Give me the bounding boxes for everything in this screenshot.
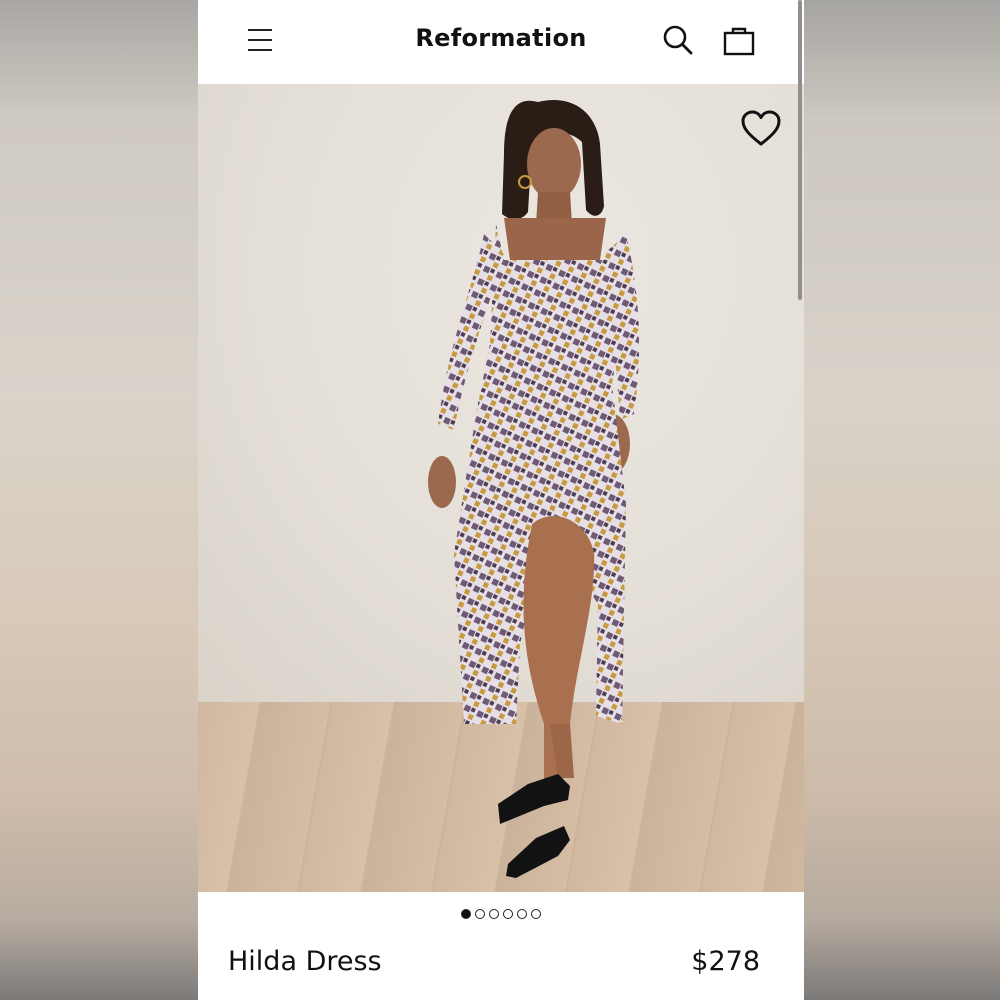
mobile-viewport[interactable]: Reformation Hilda Dress $278 xyxy=(198,0,804,1000)
carousel-dot-2[interactable] xyxy=(475,909,485,919)
carousel-indicator xyxy=(198,904,804,920)
carousel-dot-3[interactable] xyxy=(489,909,499,919)
scrollbar[interactable] xyxy=(798,0,802,300)
screen: Reformation Hilda Dress $278 xyxy=(0,0,1000,1000)
model-figure xyxy=(428,99,640,878)
background-blur-left xyxy=(0,0,198,1000)
product-name: Hilda Dress xyxy=(228,946,382,977)
shopping-bag-icon[interactable] xyxy=(723,24,755,56)
product-image[interactable] xyxy=(198,84,804,892)
carousel-dot-1[interactable] xyxy=(461,909,471,919)
background-blur-right xyxy=(804,0,1000,1000)
carousel-dot-5[interactable] xyxy=(517,909,527,919)
brand-logo[interactable]: Reformation xyxy=(198,24,804,52)
search-icon[interactable] xyxy=(662,24,694,56)
product-price: $278 xyxy=(691,946,760,977)
heart-icon[interactable] xyxy=(740,110,782,148)
carousel-dot-6[interactable] xyxy=(531,909,541,919)
site-header: Reformation xyxy=(198,0,804,84)
carousel-dot-4[interactable] xyxy=(503,909,513,919)
